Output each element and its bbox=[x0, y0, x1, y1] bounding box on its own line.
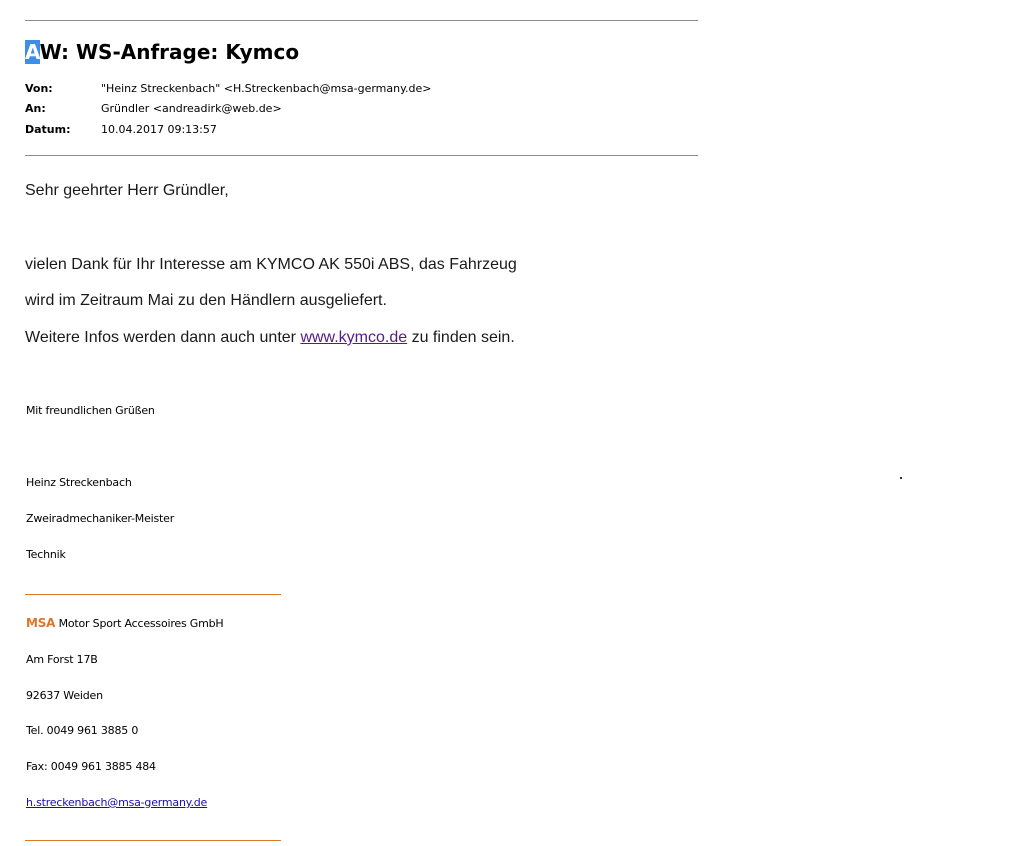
phone-number: Tel. 0049 961 3885 0 bbox=[26, 724, 139, 737]
company-line: MSA Motor Sport Accessoires GmbH bbox=[26, 616, 224, 631]
company-name: Motor Sport Accessoires GmbH bbox=[55, 617, 224, 630]
header-top-divider bbox=[25, 20, 698, 21]
signature-name: Heinz Streckenbach bbox=[26, 476, 132, 489]
signature-divider-top bbox=[25, 594, 281, 595]
body-line-1: vielen Dank für Ihr Interesse am KYMCO A… bbox=[25, 256, 517, 273]
subject-selection-highlight: A bbox=[25, 40, 40, 64]
from-value: "Heinz Streckenbach" <H.Streckenbach@msa… bbox=[101, 82, 432, 95]
from-label: Von: bbox=[25, 82, 53, 95]
kymco-website-link[interactable]: www.kymco.de bbox=[300, 329, 407, 346]
body-line-3: Weitere Infos werden dann auch unter www… bbox=[25, 328, 515, 348]
to-value: Gründler <andreadirk@web.de> bbox=[101, 102, 282, 115]
stray-dot bbox=[900, 477, 902, 479]
address-street: Am Forst 17B bbox=[26, 653, 98, 666]
date-label: Datum: bbox=[25, 123, 71, 136]
body-line-2: wird im Zeitraum Mai zu den Händlern aus… bbox=[25, 292, 387, 309]
body-line-3-end: zu finden sein. bbox=[407, 329, 515, 346]
address-city: 92637 Weiden bbox=[26, 689, 103, 702]
to-label: An: bbox=[25, 102, 46, 115]
header-bottom-divider bbox=[25, 155, 698, 156]
fax-number: Fax: 0049 961 3885 484 bbox=[26, 760, 156, 773]
body-line-3-start: Weitere Infos werden dann auch unter bbox=[25, 329, 301, 346]
greeting-text: Sehr geehrter Herr Gründler, bbox=[25, 182, 229, 199]
signature-title: Zweiradmechaniker-Meister bbox=[26, 512, 175, 525]
company-logo-text: MSA bbox=[26, 616, 56, 630]
signature-email-line: h.streckenbach@msa-germany.de bbox=[26, 796, 207, 810]
signature-divider-bottom bbox=[25, 840, 281, 841]
email-subject: AW: WS-Anfrage: Kymco bbox=[25, 39, 299, 65]
subject-text: W: WS-Anfrage: Kymco bbox=[39, 40, 300, 64]
date-value: 10.04.2017 09:13:57 bbox=[101, 123, 217, 136]
signature-email-link[interactable]: h.streckenbach@msa-germany.de bbox=[26, 796, 207, 809]
signature-department: Technik bbox=[26, 548, 66, 561]
closing-text: Mit freundlichen Grüßen bbox=[26, 404, 155, 417]
